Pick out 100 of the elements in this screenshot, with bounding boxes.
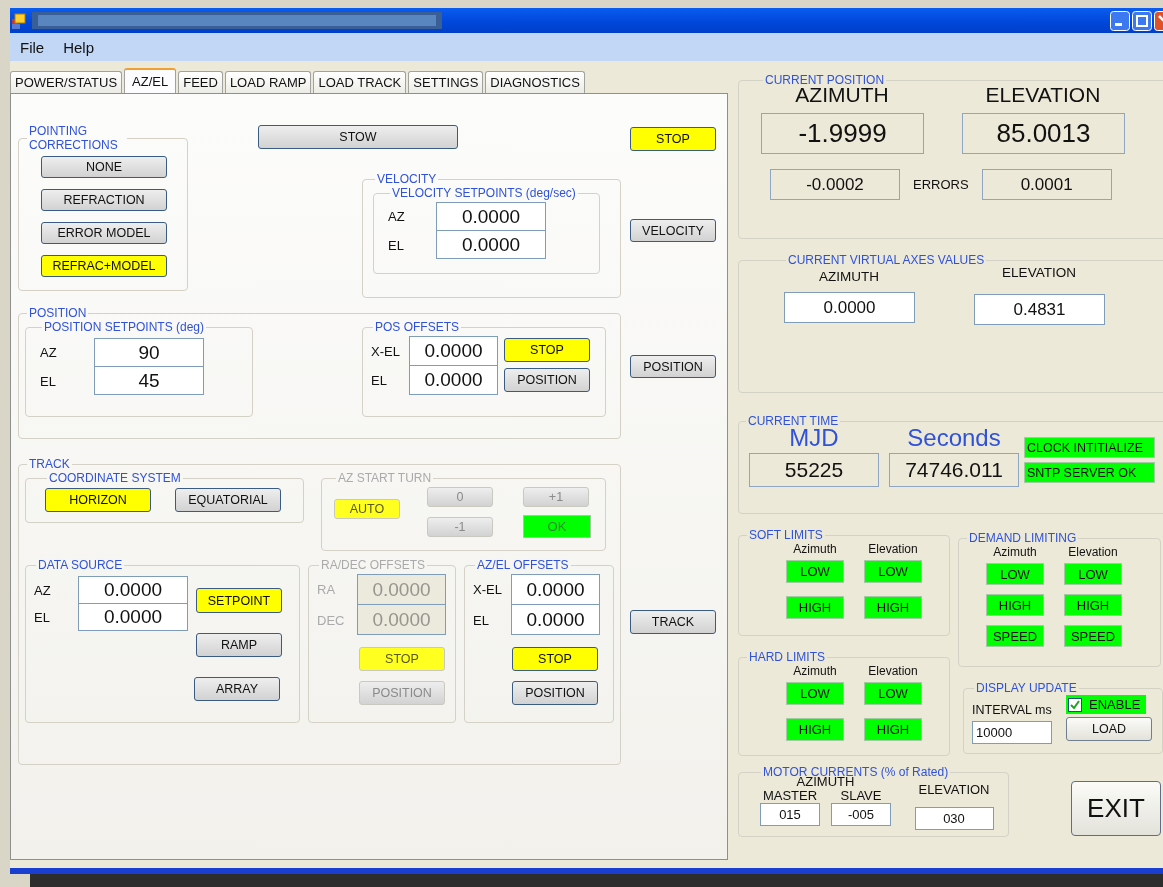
group-title: TRACK: [28, 457, 71, 471]
tab[interactable]: LOAD TRACK: [313, 71, 407, 93]
value-display: 0.0000: [784, 292, 915, 323]
field-label: AZ: [388, 209, 406, 224]
value-display: 030: [914, 807, 994, 830]
status-indicator: SPEED: [986, 625, 1044, 647]
status-indicator: LOW: [864, 560, 922, 583]
group-title: VELOCITY SETPOINTS (deg/sec): [391, 186, 577, 200]
value-display: 0.4831: [974, 294, 1105, 325]
stow-button[interactable]: STOW: [258, 125, 458, 149]
exit-button[interactable]: EXIT: [1071, 781, 1161, 836]
group-title: HARD LIMITS: [748, 650, 826, 664]
status-indicator: LOW: [1064, 563, 1122, 585]
field-label: EL: [388, 237, 405, 253]
status-indicator: HIGH: [864, 718, 922, 741]
status-indicator: LOW: [986, 563, 1044, 585]
column-heading: Azimuth: [793, 664, 837, 678]
input-field[interactable]: 10000: [972, 721, 1052, 744]
column-heading: Elevation: [1068, 545, 1118, 559]
input-field[interactable]: 0.0000: [436, 202, 546, 231]
column-heading: Azimuth: [793, 542, 837, 556]
input-field[interactable]: 0.0000: [78, 603, 188, 631]
correction-button[interactable]: REFRAC+MODEL: [41, 255, 167, 277]
enable-checkbox[interactable]: ENABLE: [1066, 695, 1146, 714]
input-field[interactable]: 0.0000: [436, 230, 546, 259]
status-indicator: LOW: [786, 560, 844, 583]
close-icon: [1154, 10, 1163, 31]
tab[interactable]: POWER/STATUS: [10, 71, 123, 93]
stop-button[interactable]: STOP: [630, 127, 716, 151]
value-display: -005: [831, 803, 891, 826]
offset-button[interactable]: STOP: [512, 647, 598, 671]
offset-button[interactable]: POSITION: [504, 368, 590, 392]
status-indicator: HIGH: [786, 718, 844, 741]
coordinate-button[interactable]: EQUATORIAL: [175, 488, 281, 512]
tab[interactable]: LOAD RAMP: [224, 71, 312, 93]
field-label: EL: [34, 610, 51, 625]
group-title: DEMAND LIMITING: [968, 531, 1078, 545]
group-title: AZ START TURN: [337, 471, 433, 485]
source-button[interactable]: SETPOINT: [196, 588, 282, 613]
track-button[interactable]: TRACK: [630, 610, 716, 634]
app-icon: [12, 12, 26, 29]
field-label: EL: [371, 373, 388, 388]
value-display: -0.0002: [770, 169, 900, 200]
status-indicator: LOW: [864, 682, 922, 705]
value-display: 0.0001: [981, 169, 1112, 200]
value-display: -1.9999: [761, 113, 924, 154]
status-indicator: HIGH: [864, 596, 922, 619]
load-button[interactable]: LOAD: [1066, 717, 1152, 741]
status-indicator: HIGH: [1064, 594, 1122, 616]
input-field[interactable]: 45: [94, 366, 204, 395]
status-indicator: LOW: [786, 682, 844, 705]
coordinate-button[interactable]: HORIZON: [45, 488, 151, 512]
axis-heading: ELEVATION: [1001, 265, 1077, 280]
value-display: 85.0013: [962, 113, 1125, 154]
group-title: VELOCITY: [376, 172, 438, 186]
input-field[interactable]: 90: [94, 338, 204, 367]
correction-button[interactable]: NONE: [41, 156, 167, 178]
group-title: DATA SOURCE: [37, 558, 124, 572]
input-field[interactable]: 0.0000: [511, 574, 600, 605]
menu-item[interactable]: Help: [63, 38, 95, 56]
position-button[interactable]: POSITION: [630, 355, 716, 378]
tab[interactable]: FEED: [178, 71, 223, 93]
field-label: EL: [473, 612, 490, 628]
status-indicator: OK: [523, 515, 591, 538]
offset-button[interactable]: POSITION: [512, 681, 598, 705]
source-button[interactable]: ARRAY: [194, 677, 280, 701]
axis-heading: ELEVATION: [984, 83, 1102, 107]
correction-button[interactable]: REFRACTION: [41, 189, 167, 211]
status-indicator: HIGH: [786, 596, 844, 619]
group-title: POS OFFSETS: [374, 320, 460, 334]
field-label: ELEVATION: [918, 782, 990, 797]
input-field[interactable]: 0.0000: [511, 604, 600, 635]
group-title: POINTING CORRECTIONS: [28, 124, 119, 152]
group-title: AZ/EL OFFSETS: [476, 558, 570, 572]
checkbox[interactable]: [1068, 697, 1082, 712]
correction-button[interactable]: ERROR MODEL: [41, 222, 167, 244]
check-icon: [1070, 699, 1080, 710]
field-label: DEC: [317, 612, 346, 628]
tab[interactable]: SETTINGS: [408, 71, 484, 93]
value-display: 015: [760, 803, 820, 826]
group-title: COORDINATE SYSTEM: [48, 471, 182, 485]
offset-button[interactable]: STOP: [504, 338, 590, 362]
input-field[interactable]: 0.0000: [409, 365, 498, 395]
input-field[interactable]: 0.0000: [78, 576, 188, 604]
input-field[interactable]: 0.0000: [409, 336, 498, 366]
field-label: MASTER: [762, 788, 818, 803]
source-button[interactable]: RAMP: [196, 633, 282, 657]
tab[interactable]: AZ/EL: [124, 68, 177, 93]
field-label: AZ: [40, 345, 58, 360]
maximize-icon: [1132, 10, 1152, 31]
value-display: 55225: [749, 453, 879, 487]
tab[interactable]: DIAGNOSTICS: [485, 71, 585, 93]
velocity-button[interactable]: VELOCITY: [630, 219, 716, 242]
column-heading: Elevation: [868, 664, 918, 678]
interval-label: INTERVAL ms: [972, 703, 1052, 717]
field-label: AZ: [34, 582, 52, 598]
field-label: X-EL: [473, 582, 503, 597]
field-label: X-EL: [371, 343, 401, 359]
menu-item[interactable]: File: [20, 38, 45, 56]
group-title: POSITION SETPOINTS (deg): [43, 320, 206, 334]
